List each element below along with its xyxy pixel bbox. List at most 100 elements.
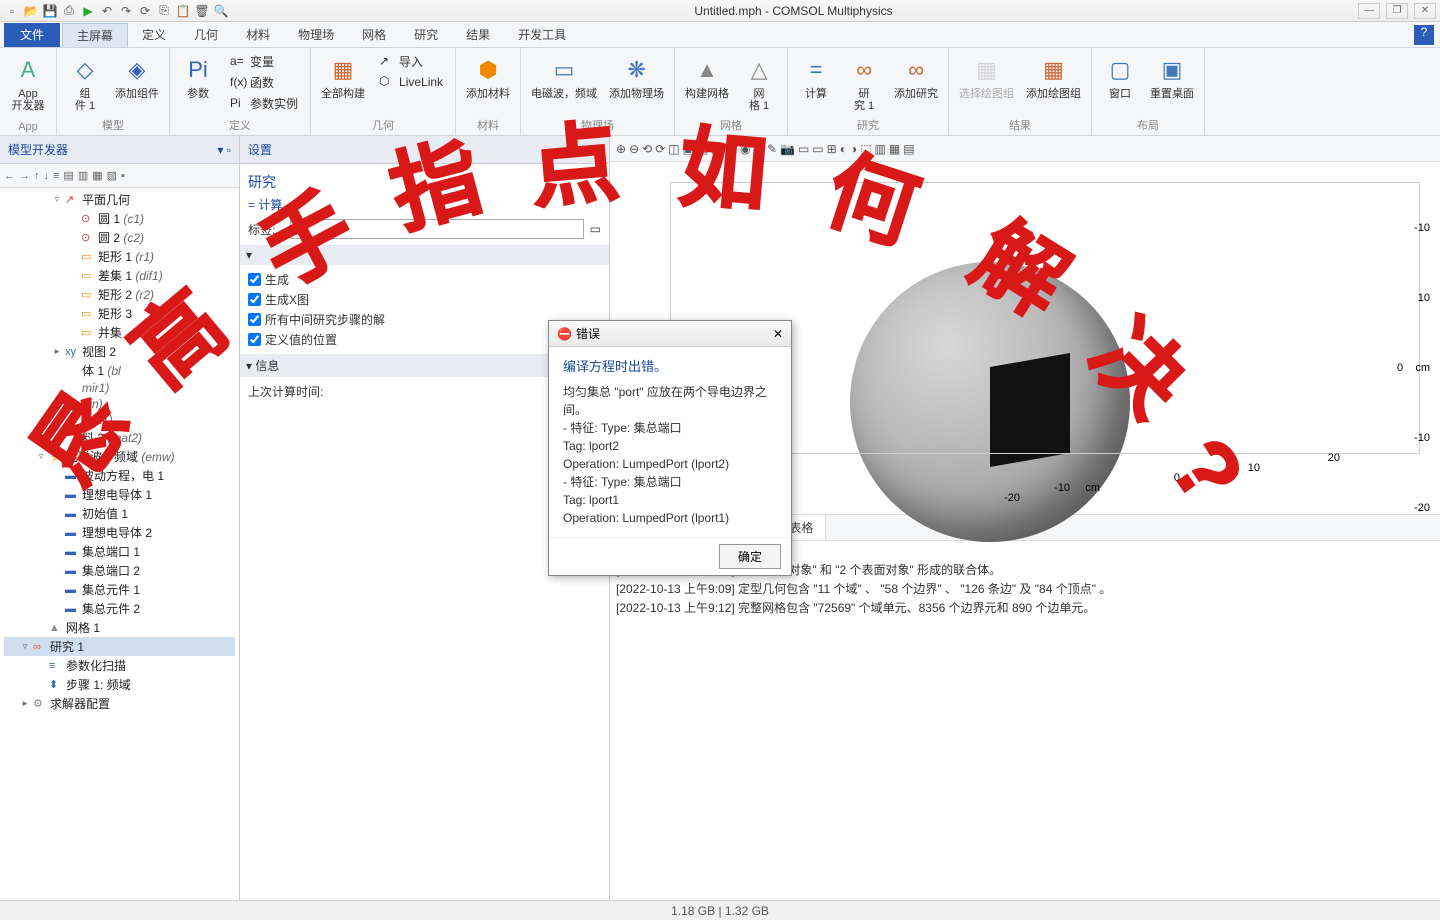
tree-item-5[interactable]: ▭矩形 2 (r2) [4, 285, 235, 304]
label-edit-icon[interactable]: ▭ [590, 222, 601, 236]
gfx-tool-5[interactable]: ▣ [683, 142, 694, 156]
gfx-tool-3[interactable]: ⟳ [655, 142, 665, 156]
qat-copy-icon[interactable]: ⎘ [156, 3, 172, 19]
qat-paste-icon[interactable]: 📋 [175, 3, 191, 19]
tree-item-26[interactable]: ▿∞研究 1 [4, 637, 235, 656]
gfx-tool-21[interactable]: ▤ [903, 142, 914, 156]
tree-item-14[interactable]: mat1) [4, 412, 235, 428]
tree-tool-2[interactable]: ↑ [34, 170, 40, 182]
tree-item-3[interactable]: ▭矩形 1 (r1) [4, 247, 235, 266]
ok-button[interactable]: 确定 [719, 544, 781, 569]
gfx-tool-14[interactable]: ▭ [812, 142, 823, 156]
ribbon-sub-2-0[interactable]: a=变量 [226, 52, 302, 71]
help-button[interactable]: ? [1414, 25, 1434, 45]
tree-item-16[interactable]: ▿⚡电磁波，频域 (emw) [4, 447, 235, 466]
check-0[interactable]: 生成 [248, 271, 601, 288]
tree-item-7[interactable]: ▭并集 [4, 323, 235, 342]
message-area[interactable]: ⚠ [2022-10-13 上午9:09] "3 个实体对象" 和 "2 个表面… [610, 540, 1440, 901]
check-1[interactable]: 生成X图 [248, 291, 601, 308]
tree-item-0[interactable]: ▿↗平面几何 [4, 190, 235, 209]
tree-item-1[interactable]: ⊙圆 1 (c1) [4, 209, 235, 228]
tree-item-9[interactable]: ▸xy视图 2 [4, 342, 235, 361]
gfx-tool-4[interactable]: ◫ [668, 142, 679, 156]
close-button[interactable]: ✕ [1414, 3, 1436, 19]
qat-find-icon[interactable]: 🔍 [213, 3, 229, 19]
ribbon-btn-2-0[interactable]: Pi参数 [178, 52, 218, 102]
tree-tool-8[interactable]: ▧ [107, 169, 117, 182]
tree-item-15[interactable]: 料 2 (mat2) [4, 428, 235, 447]
tree-item-4[interactable]: ▭差集 1 (dif1) [4, 266, 235, 285]
tree-item-18[interactable]: ▬理想电导体 1 [4, 485, 235, 504]
tree-tool-1[interactable]: → [19, 170, 30, 182]
tree-tool-7[interactable]: ▦ [92, 169, 102, 182]
ribbon-tab-0[interactable]: 主屏幕 [62, 23, 128, 47]
gfx-tool-19[interactable]: ▥ [875, 142, 886, 156]
ribbon-sub-3-0[interactable]: ↗导入 [375, 52, 447, 71]
file-menu[interactable]: 文件 [4, 23, 60, 47]
ribbon-btn-1-1[interactable]: ◈添加组件 [113, 52, 161, 102]
tree-item-2[interactable]: ⊙圆 2 (c2) [4, 228, 235, 247]
gfx-tool-13[interactable]: ▭ [798, 142, 809, 156]
ribbon-btn-1-0[interactable]: ◇组件 1 [65, 52, 105, 114]
tree-item-24[interactable]: ▬集总元件 2 [4, 599, 235, 618]
tree-item-19[interactable]: ▬初始值 1 [4, 504, 235, 523]
qat-run-icon[interactable]: ▶ [80, 3, 96, 19]
gfx-tool-11[interactable]: ✎ [767, 142, 777, 156]
ribbon-tab-1[interactable]: 定义 [128, 23, 180, 47]
ribbon-sub-2-2[interactable]: Pi参数实例 [226, 94, 302, 113]
gfx-tool-17[interactable]: ◑ [850, 142, 857, 156]
ribbon-btn-0-0[interactable]: AApp开发器 [8, 52, 48, 114]
ribbon-btn-9-0[interactable]: ▢窗口 [1100, 52, 1140, 102]
ribbon-btn-3-0[interactable]: ▦全部构建 [319, 52, 367, 102]
ribbon-btn-4-0[interactable]: ⬢添加材料 [464, 52, 512, 102]
tree-tool-0[interactable]: ← [4, 170, 15, 182]
qat-saveall-icon[interactable]: ⎙ [61, 3, 77, 19]
gfx-tool-12[interactable]: 📷 [780, 142, 795, 156]
gfx-tool-2[interactable]: ⟲ [642, 142, 652, 156]
panel-menu-icon[interactable]: ▾ ▫ [587, 143, 601, 157]
compute-button[interactable]: = 计算 [248, 196, 601, 213]
tree-item-29[interactable]: ▸⚙求解器配置 [4, 694, 235, 713]
ribbon-btn-7-0[interactable]: =计算 [796, 52, 836, 102]
model-tree[interactable]: ▿↗平面几何⊙圆 1 (c1)⊙圆 2 (c2)▭矩形 1 (r1)▭差集 1 … [0, 188, 239, 900]
gfx-tool-6[interactable]: ▤ [697, 142, 708, 156]
tree-item-23[interactable]: ▬集总元件 1 [4, 580, 235, 599]
gfx-tool-9[interactable]: ◉ [740, 142, 750, 156]
dialog-close-button[interactable]: ✕ [773, 327, 783, 341]
gfx-tool-0[interactable]: ⊕ [616, 142, 626, 156]
gfx-tool-7[interactable]: ▥ [711, 142, 722, 156]
qat-new-icon[interactable]: ▫ [4, 3, 20, 19]
tree-item-28[interactable]: ⬍步骤 1: 频域 [4, 675, 235, 694]
tree-item-27[interactable]: ≡参数化扫描 [4, 656, 235, 675]
gfx-tool-8[interactable]: ▦ [726, 142, 737, 156]
tree-tool-5[interactable]: ▤ [63, 169, 73, 182]
tree-item-22[interactable]: ▬集总端口 2 [4, 561, 235, 580]
ribbon-btn-5-1[interactable]: ❋添加物理场 [607, 52, 666, 102]
gfx-tool-20[interactable]: ▦ [889, 142, 900, 156]
qat-save-icon[interactable]: 💾 [42, 3, 58, 19]
gfx-tool-15[interactable]: ⊞ [827, 142, 837, 156]
ribbon-btn-9-1[interactable]: ▣重置桌面 [1148, 52, 1196, 102]
tree-item-20[interactable]: ▬理想电导体 2 [4, 523, 235, 542]
ribbon-tab-3[interactable]: 材料 [232, 23, 284, 47]
gfx-tool-10[interactable]: ⬡ [753, 142, 763, 156]
tree-tool-9[interactable]: ▪ [121, 170, 125, 182]
tree-item-25[interactable]: ▲网格 1 [4, 618, 235, 637]
maximize-button[interactable]: ❐ [1386, 3, 1408, 19]
ribbon-tab-6[interactable]: 研究 [400, 23, 452, 47]
qat-delete-icon[interactable]: 🗑 [194, 3, 210, 19]
gfx-tool-18[interactable]: ⬚ [860, 142, 871, 156]
ribbon-tab-8[interactable]: 开发工具 [504, 23, 580, 47]
qat-refresh-icon[interactable]: ⟳ [137, 3, 153, 19]
ribbon-tab-5[interactable]: 网格 [348, 23, 400, 47]
tree-item-21[interactable]: ▬集总端口 1 [4, 542, 235, 561]
ribbon-sub-2-1[interactable]: f(x)函数 [226, 73, 302, 92]
ribbon-tab-4[interactable]: 物理场 [284, 23, 348, 47]
tree-item-11[interactable]: mir1) [4, 380, 235, 396]
ribbon-btn-6-1[interactable]: △网格 1 [739, 52, 779, 114]
gfx-tool-1[interactable]: ⊖ [629, 142, 639, 156]
tree-tool-6[interactable]: ▥ [78, 169, 88, 182]
qat-undo-icon[interactable]: ↶ [99, 3, 115, 19]
tree-tool-3[interactable]: ↓ [44, 170, 50, 182]
ribbon-tab-7[interactable]: 结果 [452, 23, 504, 47]
